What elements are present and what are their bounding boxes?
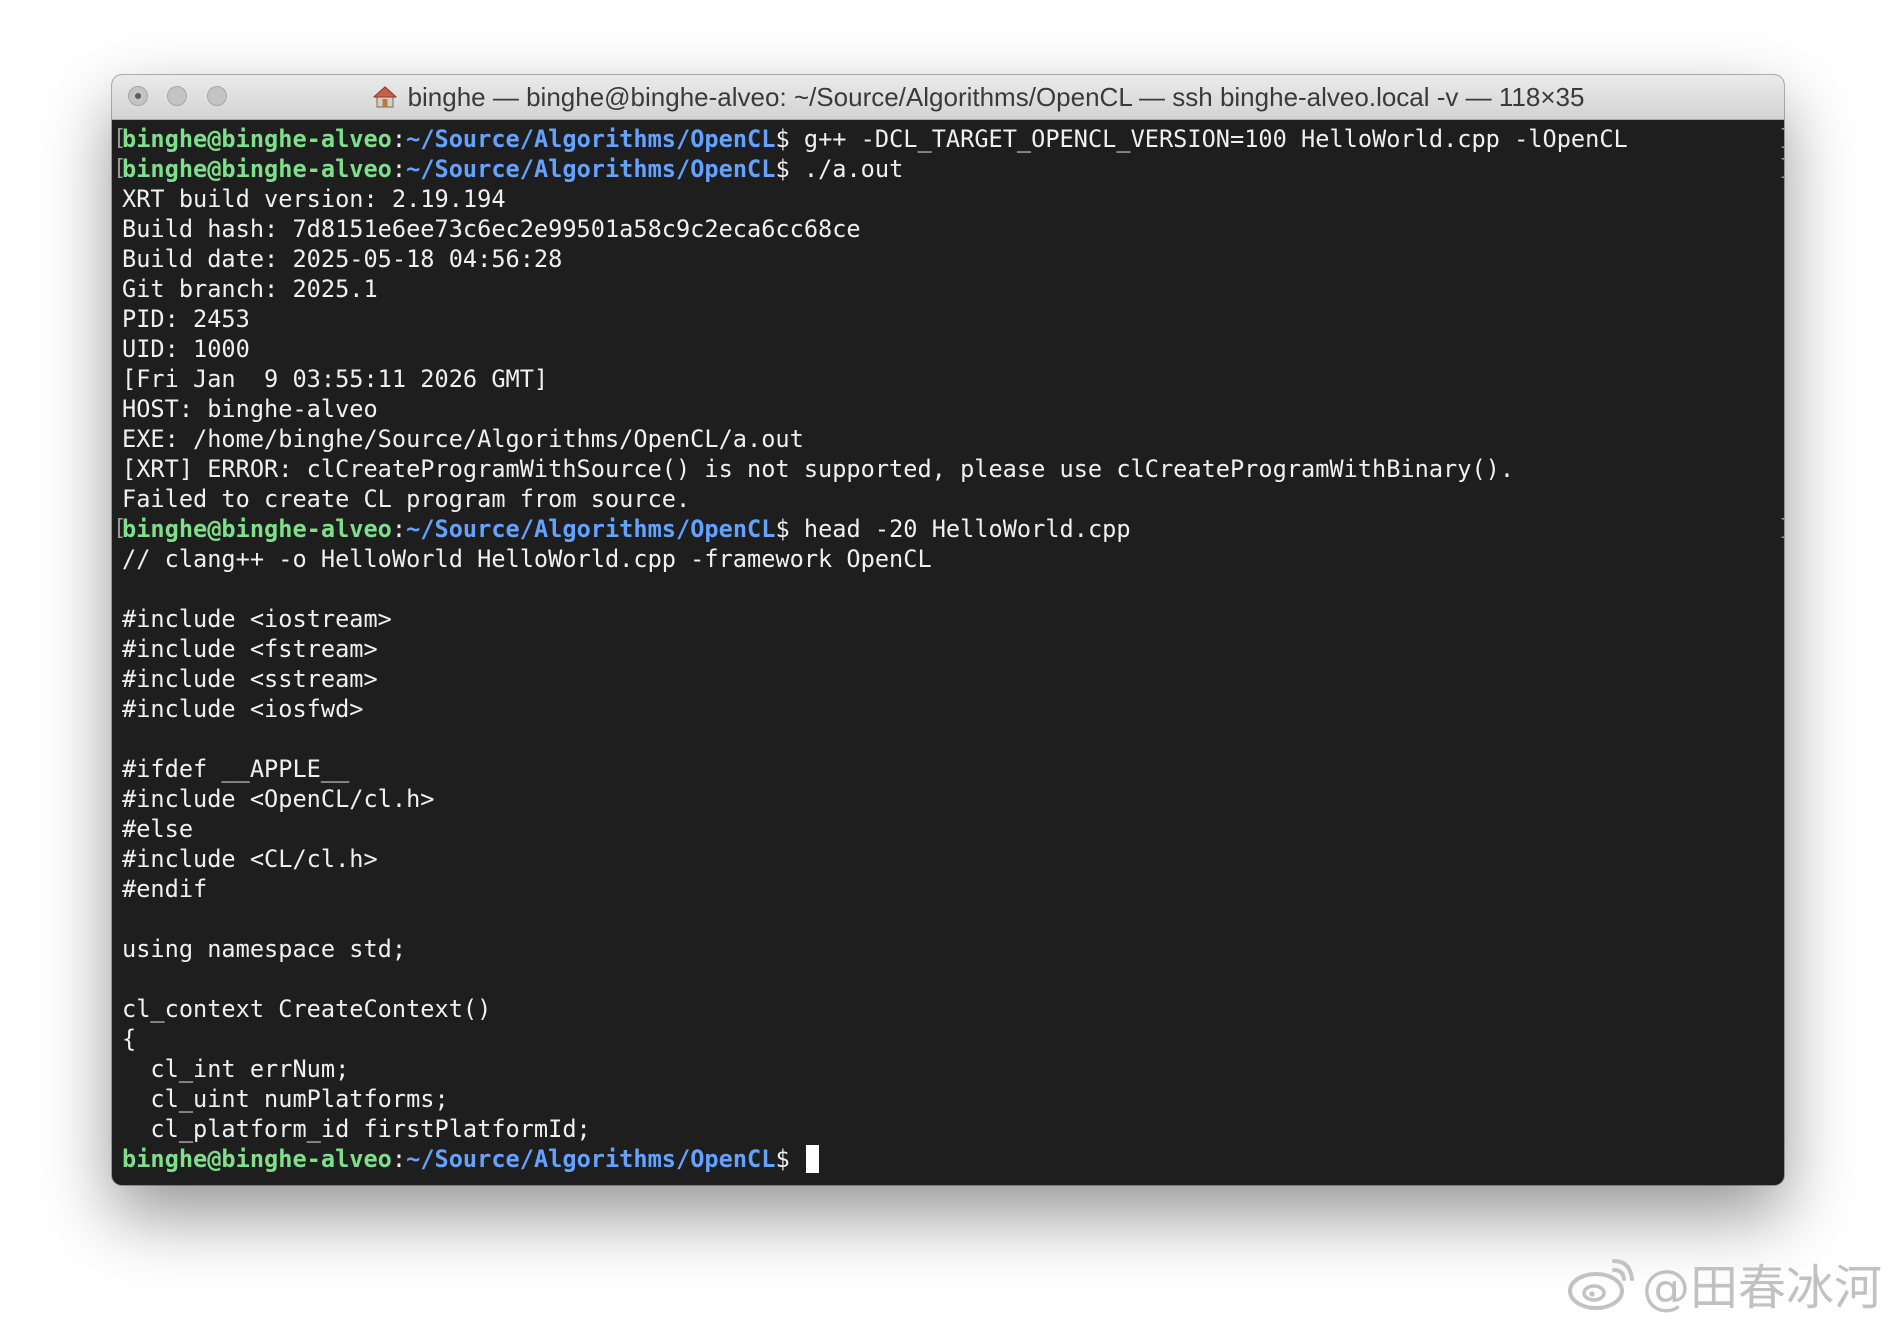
prompt-line: binghe@binghe-alveo:~/Source/Algorithms/… bbox=[122, 1144, 1784, 1174]
prompt-colon: : bbox=[391, 125, 407, 153]
output-line: [XRT] ERROR: clCreateProgramWithSource()… bbox=[122, 455, 1515, 483]
output-line: UID: 1000 bbox=[122, 335, 250, 363]
prompt-line: [] binghe@binghe-alveo:~/Source/Algorithm… bbox=[113, 154, 1784, 184]
terminal-output[interactable]: []binghe@binghe-alveo:~/Source/Algorithm… bbox=[112, 120, 1784, 1185]
title-bar[interactable]: binghe — binghe@binghe-alveo: ~/Source/A… bbox=[112, 75, 1784, 120]
output-line: using namespace std; bbox=[122, 935, 407, 963]
prompt-colon: : bbox=[391, 1145, 407, 1173]
output-line: cl_int errNum; bbox=[122, 1055, 350, 1083]
prompt-path: ~/Source/Algorithms/OpenCL bbox=[406, 515, 776, 543]
output-line: #include <OpenCL/cl.h> bbox=[122, 785, 435, 813]
output-line: #include <fstream> bbox=[122, 635, 378, 663]
minimize-button[interactable] bbox=[167, 86, 187, 106]
home-icon bbox=[372, 86, 397, 108]
output-line: #include <iostream> bbox=[122, 605, 392, 633]
output-line: [Fri Jan 9 03:55:11 2026 GMT] bbox=[122, 365, 549, 393]
mark-bracket-left: [ bbox=[113, 156, 127, 181]
output-line: #else bbox=[122, 815, 194, 843]
output-line: #include <CL/cl.h> bbox=[122, 845, 378, 873]
prompt-line: [] binghe@binghe-alveo:~/Source/Algorithm… bbox=[113, 514, 1784, 544]
mark-bracket-right: ] bbox=[1778, 154, 1784, 184]
prompt-path: ~/Source/Algorithms/OpenCL bbox=[406, 155, 776, 183]
prompt-user: binghe@binghe-alveo bbox=[122, 155, 392, 183]
watermark-text: @田春冰河 bbox=[1641, 1260, 1882, 1316]
command-text: g++ -DCL_TARGET_OPENCL_VERSION=100 Hello… bbox=[803, 125, 1628, 153]
output-line: XRT build version: 2.19.194 bbox=[122, 185, 506, 213]
command-text: head -20 HelloWorld.cpp bbox=[803, 515, 1131, 543]
prompt-user: binghe@binghe-alveo bbox=[122, 1145, 392, 1173]
prompt-symbol: $ bbox=[775, 1145, 804, 1173]
output-line: #ifdef __APPLE__ bbox=[122, 755, 350, 783]
weibo-icon bbox=[1567, 1259, 1634, 1310]
output-line: { bbox=[122, 1025, 137, 1053]
prompt-user: binghe@binghe-alveo bbox=[122, 515, 392, 543]
window-title: binghe — binghe@binghe-alveo: ~/Source/A… bbox=[407, 81, 1585, 112]
prompt-path: ~/Source/Algorithms/OpenCL bbox=[406, 1145, 776, 1173]
prompt-symbol: $ bbox=[775, 515, 804, 543]
output-line: HOST: binghe-alveo bbox=[122, 395, 378, 423]
close-button[interactable] bbox=[128, 86, 148, 106]
output-line: #include <iosfwd> bbox=[122, 695, 364, 723]
mark-bracket-right: ] bbox=[1778, 124, 1784, 154]
mark-bracket-left: [ bbox=[113, 516, 127, 541]
output-line: PID: 2453 bbox=[122, 305, 250, 333]
terminal-window: binghe — binghe@binghe-alveo: ~/Source/A… bbox=[112, 75, 1784, 1185]
output-line: Build hash: 7d8151e6ee73c6ec2e99501a58c9… bbox=[122, 215, 861, 243]
mark-bracket-right: ] bbox=[1778, 514, 1784, 544]
zoom-button[interactable] bbox=[207, 86, 227, 106]
output-line: cl_uint numPlatforms; bbox=[122, 1085, 449, 1113]
output-line: cl_platform_id firstPlatformId; bbox=[122, 1115, 591, 1143]
prompt-user: binghe@binghe-alveo bbox=[122, 125, 392, 153]
output-line: cl_context CreateContext() bbox=[122, 995, 492, 1023]
output-line: Git branch: 2025.1 bbox=[122, 275, 378, 303]
prompt-colon: : bbox=[391, 155, 407, 183]
output-line: // clang++ -o HelloWorld HelloWorld.cpp … bbox=[122, 545, 932, 573]
watermark: @田春冰河 bbox=[1566, 1248, 1882, 1318]
prompt-path: ~/Source/Algorithms/OpenCL bbox=[406, 125, 776, 153]
output-line: EXE: /home/binghe/Source/Algorithms/Open… bbox=[122, 425, 804, 453]
prompt-symbol: $ bbox=[775, 125, 804, 153]
prompt-symbol: $ bbox=[775, 155, 804, 183]
output-line: Build date: 2025-05-18 04:56:28 bbox=[122, 245, 563, 273]
output-line: Failed to create CL program from source. bbox=[122, 485, 691, 513]
output-line: #endif bbox=[122, 875, 208, 903]
text-cursor[interactable] bbox=[805, 1145, 819, 1173]
output-line: #include <sstream> bbox=[122, 665, 378, 693]
window-title-area: binghe — binghe@binghe-alveo: ~/Source/A… bbox=[312, 75, 1644, 119]
prompt-line: [] binghe@binghe-alveo:~/Source/Algorithm… bbox=[113, 124, 1784, 154]
mark-bracket-left: [ bbox=[113, 126, 127, 151]
command-text: ./a.out bbox=[803, 155, 904, 183]
prompt-colon: : bbox=[391, 515, 407, 543]
